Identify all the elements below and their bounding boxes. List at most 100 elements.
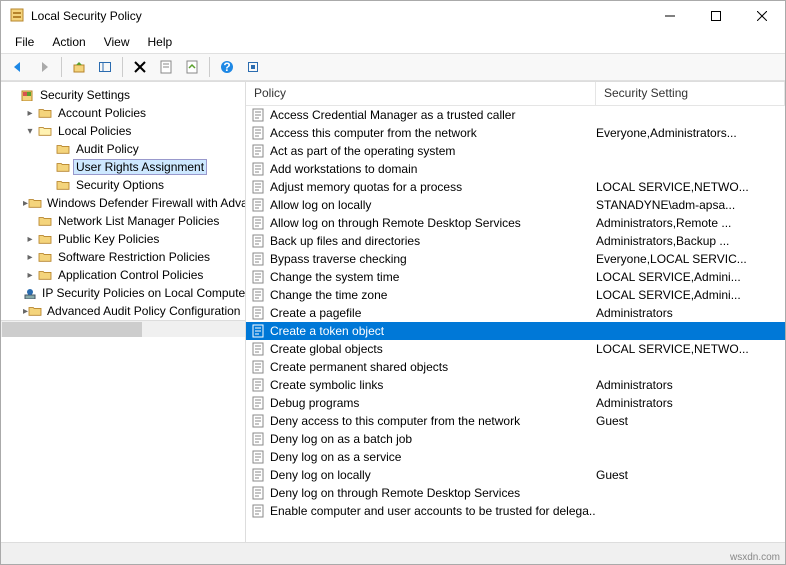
policy-row[interactable]: Create symbolic linksAdministrators xyxy=(246,376,785,394)
app-icon xyxy=(9,7,25,26)
export-button[interactable] xyxy=(181,56,203,78)
policy-name: Deny log on through Remote Desktop Servi… xyxy=(270,486,520,500)
policy-icon xyxy=(250,287,266,303)
separator xyxy=(61,57,62,77)
policy-row[interactable]: Back up files and directoriesAdministrat… xyxy=(246,232,785,250)
statusbar: wsxdn.com xyxy=(1,542,785,564)
list-body[interactable]: Access Credential Manager as a trusted c… xyxy=(246,106,785,542)
policy-row[interactable]: Create a token object xyxy=(246,322,785,340)
policy-name: Create a token object xyxy=(270,324,384,338)
tree-item-public-key[interactable]: ▸Public Key Policies xyxy=(1,230,245,248)
tree-item-label: Local Policies xyxy=(56,124,133,138)
tree-item-label: Software Restriction Policies xyxy=(56,250,212,264)
tree-item-local-policies[interactable]: ▾ Local Policies xyxy=(1,122,245,140)
tree-hscrollbar[interactable] xyxy=(1,320,245,337)
tree-item-label: IP Security Policies on Local Computer xyxy=(40,286,246,300)
tree-item-root[interactable]: Security Settings xyxy=(1,86,245,104)
tree-item-network-list[interactable]: Network List Manager Policies xyxy=(1,212,245,230)
tree-item-label: Network List Manager Policies xyxy=(56,214,221,228)
tree-item-security-options[interactable]: Security Options xyxy=(1,176,245,194)
menu-view[interactable]: View xyxy=(96,33,138,51)
column-policy[interactable]: Policy xyxy=(246,82,596,105)
policy-setting: Administrators,Remote ... xyxy=(596,216,785,230)
policy-row[interactable]: Access Credential Manager as a trusted c… xyxy=(246,106,785,124)
policy-name: Allow log on locally xyxy=(270,198,371,212)
policy-icon xyxy=(250,251,266,267)
menu-file[interactable]: File xyxy=(7,33,42,51)
tree-pane[interactable]: Security Settings▸Account Policies ▾ Local… xyxy=(1,82,246,542)
policy-name: Create permanent shared objects xyxy=(270,360,448,374)
help-button[interactable]: ? xyxy=(216,56,238,78)
policy-setting: LOCAL SERVICE,Admini... xyxy=(596,270,785,284)
policy-name: Bypass traverse checking xyxy=(270,252,407,266)
back-button[interactable] xyxy=(7,56,29,78)
policy-setting: Administrators,Backup ... xyxy=(596,234,785,248)
policy-row[interactable]: Deny log on through Remote Desktop Servi… xyxy=(246,484,785,502)
tree-toggle-icon[interactable]: ▸ xyxy=(23,270,37,281)
separator xyxy=(209,57,210,77)
policy-row[interactable]: Deny log on as a service xyxy=(246,448,785,466)
up-button[interactable] xyxy=(68,56,90,78)
tree-toggle-icon[interactable]: ▸ xyxy=(23,252,37,263)
tree-item-firewall[interactable]: ▸Windows Defender Firewall with Advanced… xyxy=(1,194,245,212)
menu-help[interactable]: Help xyxy=(140,33,181,51)
policy-icon xyxy=(250,449,266,465)
tree-item-ipsec[interactable]: IP Security Policies on Local Computer xyxy=(1,284,245,302)
policy-icon xyxy=(250,197,266,213)
folder-icon xyxy=(28,303,42,319)
maximize-button[interactable] xyxy=(693,1,739,31)
tree-item-label: Application Control Policies xyxy=(56,268,205,282)
policy-icon xyxy=(250,341,266,357)
policy-row[interactable]: Deny access to this computer from the ne… xyxy=(246,412,785,430)
policy-icon xyxy=(250,395,266,411)
policy-setting: LOCAL SERVICE,NETWO... xyxy=(596,180,785,194)
policy-row[interactable]: Debug programsAdministrators xyxy=(246,394,785,412)
policy-row[interactable]: Change the time zoneLOCAL SERVICE,Admini… xyxy=(246,286,785,304)
folder-icon xyxy=(28,195,42,211)
policy-row[interactable]: Access this computer from the networkEve… xyxy=(246,124,785,142)
tree-toggle-icon[interactable]: ▸ xyxy=(23,234,37,245)
tree-item-software-restriction[interactable]: ▸ Software Restriction Policies xyxy=(1,248,245,266)
folder-icon xyxy=(37,123,53,139)
menu-action[interactable]: Action xyxy=(44,33,93,51)
policy-icon xyxy=(250,377,266,393)
minimize-button[interactable] xyxy=(647,1,693,31)
policy-name: Change the time zone xyxy=(270,288,387,302)
tree-item-user-rights[interactable]: User Rights Assignment xyxy=(1,158,245,176)
policy-row[interactable]: Deny log on as a batch job xyxy=(246,430,785,448)
refresh-button[interactable] xyxy=(242,56,264,78)
tree-item-audit-policy[interactable]: Audit Policy xyxy=(1,140,245,158)
tree-item-account-policies[interactable]: ▸Account Policies xyxy=(1,104,245,122)
policy-row[interactable]: Create global objectsLOCAL SERVICE,NETWO… xyxy=(246,340,785,358)
policy-name: Create a pagefile xyxy=(270,306,361,320)
policy-row[interactable]: Adjust memory quotas for a processLOCAL … xyxy=(246,178,785,196)
policy-setting: LOCAL SERVICE,NETWO... xyxy=(596,342,785,356)
tree-item-advanced-audit[interactable]: ▸Advanced Audit Policy Configuration xyxy=(1,302,245,320)
policy-row[interactable]: Allow log on through Remote Desktop Serv… xyxy=(246,214,785,232)
tree-toggle-icon[interactable]: ▸ xyxy=(23,108,37,119)
policy-name: Deny log on as a service xyxy=(270,450,401,464)
properties-button[interactable] xyxy=(155,56,177,78)
policy-row[interactable]: Enable computer and user accounts to be … xyxy=(246,502,785,520)
policy-row[interactable]: Change the system timeLOCAL SERVICE,Admi… xyxy=(246,268,785,286)
column-setting[interactable]: Security Setting xyxy=(596,82,785,105)
tree-item-app-control[interactable]: ▸ Application Control Policies xyxy=(1,266,245,284)
policy-row[interactable]: Create a pagefileAdministrators xyxy=(246,304,785,322)
delete-button[interactable] xyxy=(129,56,151,78)
policy-row[interactable]: Allow log on locallySTANADYNE\adm-apsa..… xyxy=(246,196,785,214)
policy-row[interactable]: Bypass traverse checking Everyone,LOCAL S… xyxy=(246,250,785,268)
policy-row[interactable]: Create permanent shared objects xyxy=(246,358,785,376)
policy-row[interactable]: Deny log on locallyGuest xyxy=(246,466,785,484)
policy-row[interactable]: Act as part of the operating system xyxy=(246,142,785,160)
policy-row[interactable]: Add workstations to domain xyxy=(246,160,785,178)
close-button[interactable] xyxy=(739,1,785,31)
policy-name: Act as part of the operating system xyxy=(270,144,455,158)
policy-name: Access Credential Manager as a trusted c… xyxy=(270,108,515,122)
policy-setting: Everyone,LOCAL SERVIC... xyxy=(596,252,785,266)
policy-icon xyxy=(250,305,266,321)
titlebar[interactable]: Local Security Policy xyxy=(1,1,785,31)
forward-button[interactable] xyxy=(33,56,55,78)
show-hide-button[interactable] xyxy=(94,56,116,78)
tree-toggle-icon[interactable]: ▾ xyxy=(23,126,37,137)
policy-icon xyxy=(250,143,266,159)
